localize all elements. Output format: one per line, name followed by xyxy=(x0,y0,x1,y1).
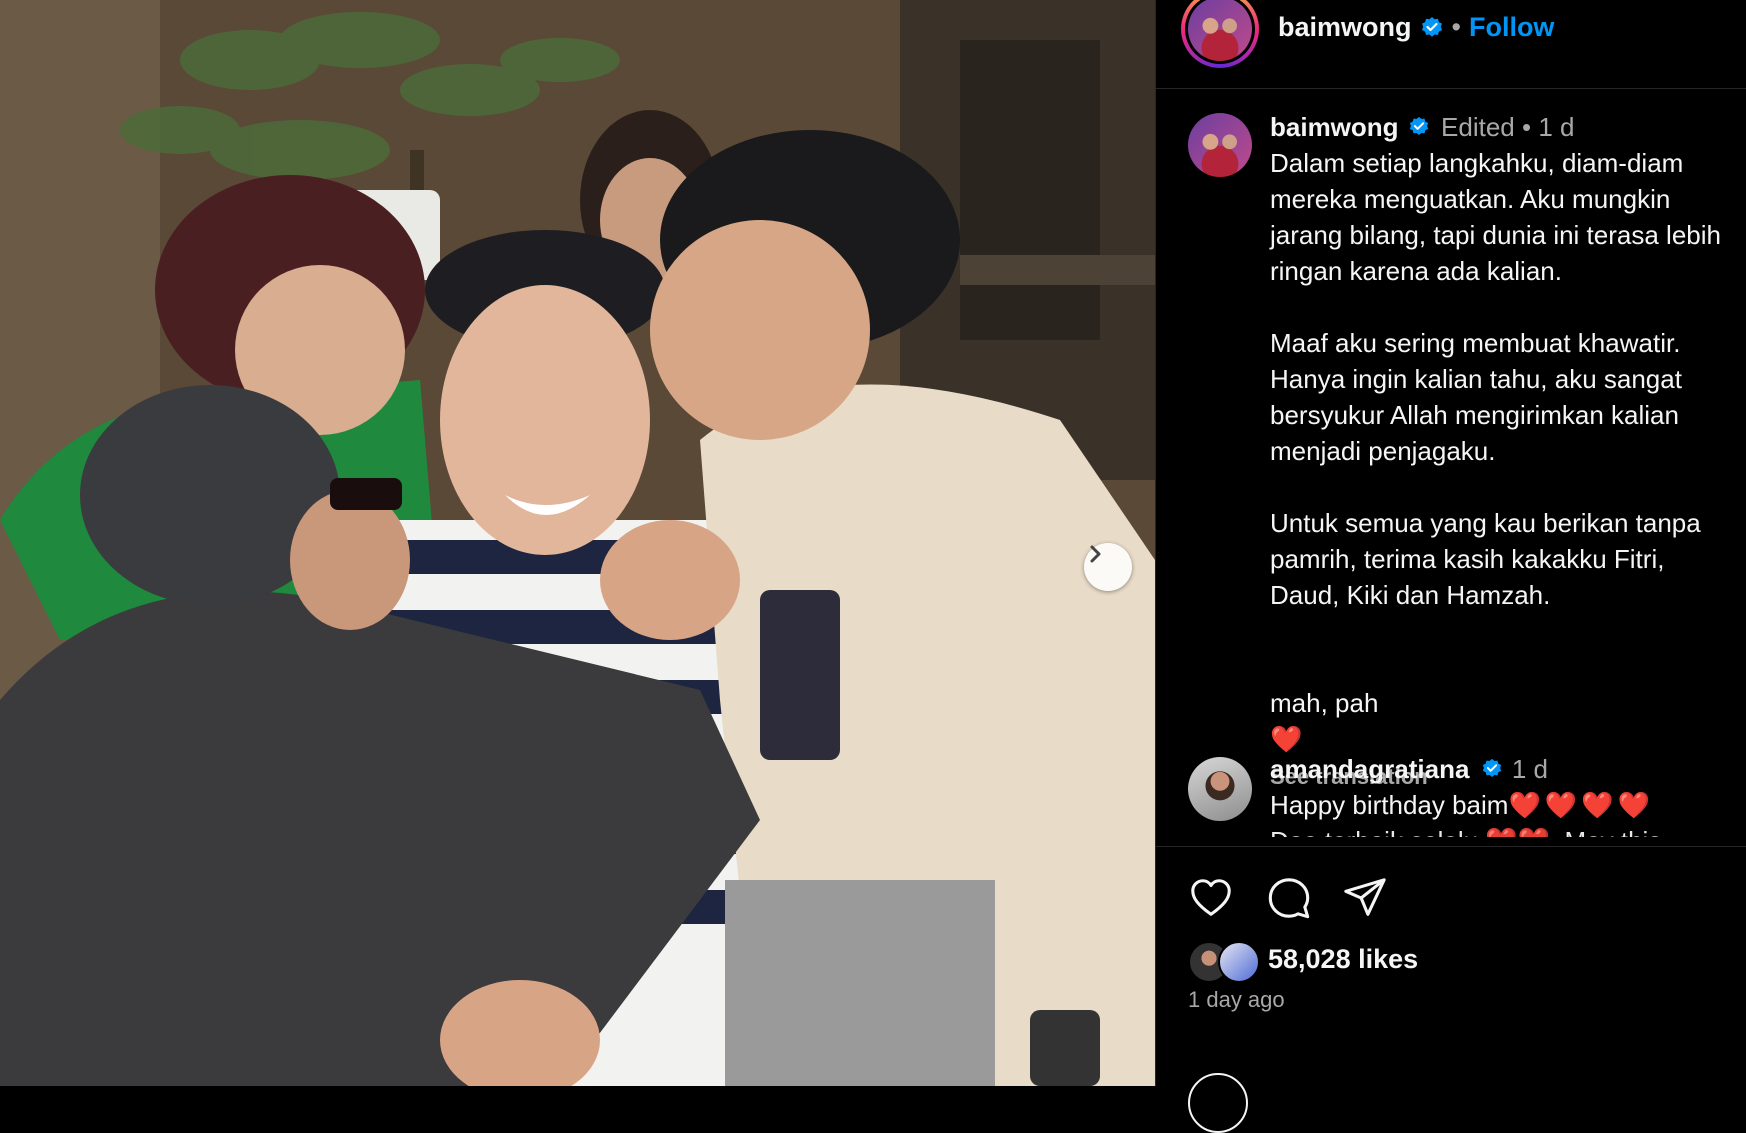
story-ring[interactable] xyxy=(1181,0,1259,68)
photo-illustration xyxy=(0,0,1155,1086)
caption-username[interactable]: baimwong xyxy=(1270,112,1399,142)
post-header: baimwong • Follow xyxy=(1156,0,1746,89)
chevron-right-icon xyxy=(1090,545,1101,563)
comment-time[interactable]: 1 d xyxy=(1512,754,1548,784)
username-link[interactable]: baimwong xyxy=(1278,12,1412,43)
heart-outline-icon[interactable] xyxy=(1188,875,1234,921)
caption-paragraph: Maaf aku sering membuat khawatir. Hanya … xyxy=(1270,328,1682,466)
likes-count[interactable]: 58,028 likes xyxy=(1268,944,1418,975)
caption-closing: mah, pah ❤️ xyxy=(1270,649,1740,757)
caption-header: baimwong Edited • 1 d xyxy=(1270,109,1740,145)
post-actions: 58,028 likes 1 day ago xyxy=(1156,846,1746,1133)
post-author: baimwong • Follow xyxy=(1278,12,1554,43)
comment-header: amandagratiana 1 d xyxy=(1270,751,1740,787)
emoji-button[interactable] xyxy=(1188,1073,1248,1133)
closing-text: mah, pah xyxy=(1270,688,1379,718)
caption-avatar[interactable] xyxy=(1188,113,1252,177)
edited-label: Edited xyxy=(1441,112,1515,142)
post-side-panel: baimwong • Follow baimwong Edited • 1 d … xyxy=(1155,0,1746,1133)
verified-badge-icon xyxy=(1482,759,1501,778)
heart-emojis: ❤️❤️❤️❤️ xyxy=(1508,790,1654,820)
caption-paragraph: Dalam setiap langkahku, diam-diam mereka… xyxy=(1270,148,1721,286)
comment-body: Happy birthday baim xyxy=(1270,790,1509,820)
post-timestamp[interactable]: 1 day ago xyxy=(1188,987,1285,1013)
verified-badge-icon xyxy=(1409,117,1428,136)
avatar xyxy=(1218,941,1260,983)
comment-avatar[interactable] xyxy=(1188,757,1252,821)
heart-emoji: ❤️ xyxy=(1270,724,1303,754)
liked-by-avatars[interactable] xyxy=(1188,941,1264,983)
comment-text-overflow: Doa terbaik selalu ❤️❤️. May this xyxy=(1270,823,1740,837)
comment-bubble-icon[interactable] xyxy=(1266,875,1312,921)
verified-badge-icon xyxy=(1421,16,1442,37)
comment-username[interactable]: amandagratiana xyxy=(1270,754,1469,784)
comment-text: Happy birthday baim❤️❤️❤️❤️ xyxy=(1270,787,1740,823)
comment-item: amandagratiana 1 d Happy birthday baim❤️… xyxy=(1270,751,1740,837)
post-photo[interactable] xyxy=(0,0,1155,1086)
caption-time[interactable]: 1 d xyxy=(1538,112,1574,142)
comments-section[interactable]: baimwong Edited • 1 d Dalam setiap langk… xyxy=(1156,89,1746,845)
caption-paragraph: Untuk semua yang kau berikan tanpa pamri… xyxy=(1270,508,1701,610)
separator-dot: • xyxy=(1451,12,1461,42)
separator-dot: • xyxy=(1522,112,1532,142)
post-caption: baimwong Edited • 1 d Dalam setiap langk… xyxy=(1270,109,1740,795)
avatar[interactable] xyxy=(1188,0,1252,61)
follow-button[interactable]: Follow xyxy=(1469,12,1554,43)
next-photo-button[interactable] xyxy=(1084,543,1132,591)
paper-plane-icon[interactable] xyxy=(1342,875,1388,921)
